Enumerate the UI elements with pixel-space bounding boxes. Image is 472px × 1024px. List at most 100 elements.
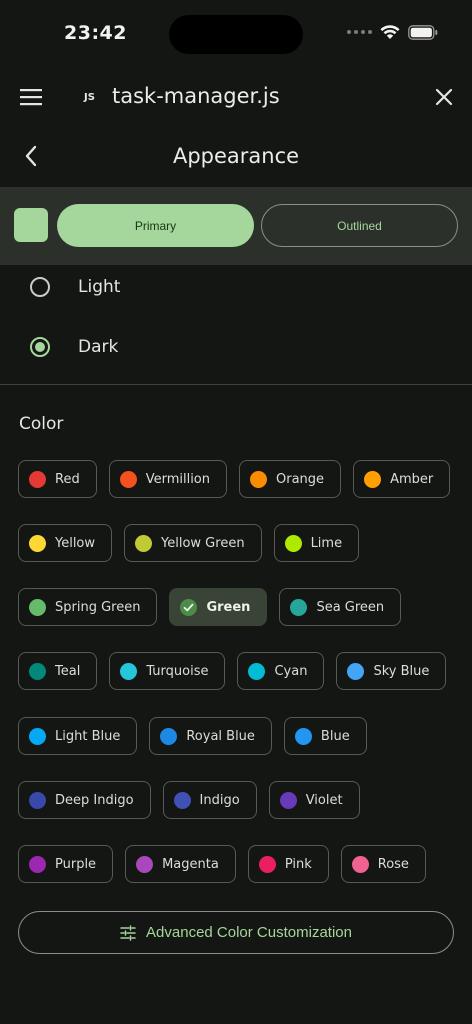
color-chip-green[interactable]: Green bbox=[169, 588, 268, 626]
color-dot bbox=[284, 534, 302, 552]
color-chip-label: Purple bbox=[55, 856, 97, 872]
color-chip-light-blue[interactable]: Light Blue bbox=[18, 717, 138, 755]
color-dot bbox=[29, 534, 46, 552]
color-chip-label: Royal Blue bbox=[186, 728, 255, 744]
theme-option-label: Light bbox=[78, 277, 121, 297]
outlined-button-preview[interactable]: Outlined bbox=[261, 204, 458, 247]
color-chip-label: Teal bbox=[55, 663, 81, 679]
color-chip-royal-blue[interactable]: Royal Blue bbox=[149, 717, 272, 755]
wifi-icon bbox=[380, 25, 400, 39]
theme-option-dark[interactable]: Dark bbox=[0, 319, 472, 375]
color-chip-label: Violet bbox=[305, 792, 343, 808]
check-icon bbox=[180, 598, 198, 616]
color-chip-purple[interactable]: Purple bbox=[18, 845, 114, 883]
color-chip-yellow-green[interactable]: Yellow Green bbox=[124, 524, 262, 562]
color-dot bbox=[29, 470, 46, 488]
color-chip-sea-green[interactable]: Sea Green bbox=[279, 588, 402, 626]
theme-option-light[interactable]: Light bbox=[0, 259, 472, 315]
color-chip-sky-blue[interactable]: Sky Blue bbox=[336, 652, 447, 690]
color-dot bbox=[364, 470, 382, 488]
color-chip-pink[interactable]: Pink bbox=[247, 845, 329, 883]
color-dot bbox=[160, 727, 178, 745]
color-chip-label: Indigo bbox=[199, 792, 240, 808]
color-chip-label: Lime bbox=[310, 535, 343, 551]
dynamic-island bbox=[169, 15, 303, 54]
color-dot bbox=[29, 662, 46, 680]
color-chip-vermillion[interactable]: Vermillion bbox=[108, 460, 228, 498]
color-dot bbox=[173, 791, 191, 809]
color-chip-spring-green[interactable]: Spring Green bbox=[18, 588, 158, 626]
color-dot bbox=[120, 662, 138, 680]
color-chip-label: Magenta bbox=[162, 856, 219, 872]
color-chip-label: Vermillion bbox=[145, 471, 211, 487]
color-chip-label: Pink bbox=[284, 856, 312, 872]
app-bar: JS task-manager.js bbox=[0, 70, 472, 126]
color-chip-blue[interactable]: Blue bbox=[283, 717, 367, 755]
color-chip-violet[interactable]: Violet bbox=[268, 781, 360, 819]
signal-icon bbox=[347, 30, 372, 34]
preview-strip: Primary Outlined bbox=[0, 187, 472, 265]
color-chip-row: Spring Green Green Sea Green bbox=[18, 588, 458, 626]
color-chip-cyan[interactable]: Cyan bbox=[237, 652, 325, 690]
color-chip-indigo[interactable]: Indigo bbox=[162, 781, 257, 819]
page-header: Appearance bbox=[0, 128, 472, 186]
color-chip-label: Amber bbox=[390, 471, 434, 487]
color-section-title: Color bbox=[19, 414, 64, 434]
color-chip-label: Blue bbox=[320, 728, 350, 744]
status-icons bbox=[347, 24, 438, 40]
color-chip-label: Red bbox=[55, 471, 80, 487]
color-dot bbox=[279, 791, 297, 809]
color-chip-label: Cyan bbox=[274, 663, 308, 679]
color-dot bbox=[29, 598, 46, 616]
color-dot bbox=[250, 470, 268, 488]
close-icon[interactable] bbox=[434, 87, 454, 107]
color-chip-lime[interactable]: Lime bbox=[273, 524, 360, 562]
color-chip-rose[interactable]: Rose bbox=[340, 845, 426, 883]
color-chip-row: Deep Indigo Indigo Violet bbox=[18, 781, 458, 819]
color-chip-orange[interactable]: Orange bbox=[239, 460, 342, 498]
color-dot bbox=[29, 791, 46, 809]
page-title: Appearance bbox=[172, 144, 300, 168]
battery-icon bbox=[408, 24, 438, 40]
color-chip-label: Yellow Green bbox=[161, 535, 245, 551]
color-dot bbox=[119, 470, 137, 488]
color-dot bbox=[136, 855, 154, 873]
color-chip-row: Teal Turquoise Cyan Sky Blue bbox=[18, 652, 458, 690]
color-chip-label: Orange bbox=[276, 471, 325, 487]
advanced-color-customization-button[interactable]: Advanced Color Customization bbox=[18, 911, 454, 954]
color-chip-label: Yellow bbox=[55, 535, 96, 551]
color-dot bbox=[248, 662, 266, 680]
color-dot bbox=[29, 727, 46, 745]
theme-option-label: Dark bbox=[78, 337, 119, 357]
color-chip-label: Green bbox=[206, 599, 251, 615]
color-chip-label: Sky Blue bbox=[373, 663, 430, 679]
color-dot bbox=[347, 662, 365, 680]
color-dot bbox=[294, 727, 312, 745]
file-type-icon: JS bbox=[84, 92, 95, 103]
color-chip-turquoise[interactable]: Turquoise bbox=[109, 652, 226, 690]
color-chip-amber[interactable]: Amber bbox=[353, 460, 451, 498]
color-chip-red[interactable]: Red bbox=[18, 460, 97, 498]
color-chip-label: Turquoise bbox=[146, 663, 209, 679]
color-chip-label: Rose bbox=[377, 856, 409, 872]
color-chip-row: Yellow Yellow Green Lime bbox=[18, 524, 458, 562]
color-dot bbox=[351, 855, 369, 873]
color-chip-teal[interactable]: Teal bbox=[18, 652, 98, 690]
menu-icon[interactable] bbox=[20, 88, 42, 106]
color-dot bbox=[290, 598, 308, 616]
radio-light[interactable] bbox=[30, 277, 50, 297]
color-chip-label: Light Blue bbox=[55, 728, 121, 744]
primary-button-preview[interactable]: Primary bbox=[57, 204, 254, 247]
color-chip-label: Spring Green bbox=[55, 599, 141, 615]
divider bbox=[0, 384, 472, 385]
color-chip-label: Sea Green bbox=[316, 599, 385, 615]
color-chip-magenta[interactable]: Magenta bbox=[125, 845, 236, 883]
color-chip-deep-indigo[interactable]: Deep Indigo bbox=[18, 781, 151, 819]
color-chip-row: Light Blue Royal Blue Blue bbox=[18, 717, 458, 755]
radio-dark[interactable] bbox=[30, 337, 50, 357]
color-chip-yellow[interactable]: Yellow bbox=[18, 524, 113, 562]
status-bar: 23:42 bbox=[0, 0, 472, 70]
color-dot bbox=[258, 855, 276, 873]
color-chip-row: Purple Magenta Pink Rose bbox=[18, 845, 458, 883]
color-chip-row: Red Vermillion Orange Amber bbox=[18, 460, 458, 498]
